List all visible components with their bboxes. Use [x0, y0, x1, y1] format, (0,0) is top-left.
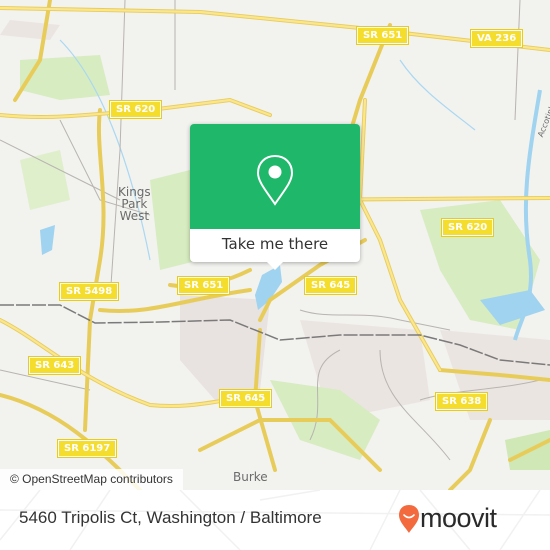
road-shield-sr651: SR 651 [355, 26, 410, 45]
road-shield-va236: VA 236 [469, 29, 524, 48]
road-shield-sr651: SR 651 [176, 276, 231, 295]
take-me-there-button[interactable]: Take me there [190, 229, 360, 262]
destination-popup[interactable]: Take me there [190, 124, 360, 270]
lake [40, 225, 55, 255]
stream [399, 59, 476, 131]
road-shield-sr6197: SR 6197 [56, 439, 118, 458]
road-shield-sr620: SR 620 [108, 100, 163, 119]
map-pin-icon [256, 154, 294, 206]
footer-bar: 5460 Tripolis Ct, Washington / Baltimore… [0, 490, 550, 550]
address-text: 5460 Tripolis Ct, Washington / Baltimore [19, 508, 322, 527]
moovit-logo[interactable]: moovit [398, 503, 497, 534]
residential-area [0, 20, 60, 40]
park-area [20, 150, 70, 210]
road-shield-sr645: SR 645 [218, 389, 273, 408]
moovit-pin-icon [399, 504, 419, 533]
popup-header[interactable] [190, 124, 360, 229]
road-shield-sr638: SR 638 [434, 392, 489, 411]
place-label-burke: Burke [233, 470, 268, 484]
map-attribution[interactable]: © OpenStreetMap contributors [0, 469, 183, 490]
moovit-wordmark: moovit [420, 503, 497, 533]
road-shield-sr643: SR 643 [27, 356, 82, 375]
road-shield-sr620: SR 620 [440, 218, 495, 237]
road-shield-sr5498: SR 5498 [58, 282, 120, 301]
popup-pointer [267, 262, 283, 270]
place-label-kings-park-west: Kings Park West [118, 185, 151, 223]
road-shield-sr645: SR 645 [303, 276, 358, 295]
map-canvas[interactable]: SR 651 VA 236 SR 620 SR 620 SR 5498 SR 6… [0, 0, 550, 490]
